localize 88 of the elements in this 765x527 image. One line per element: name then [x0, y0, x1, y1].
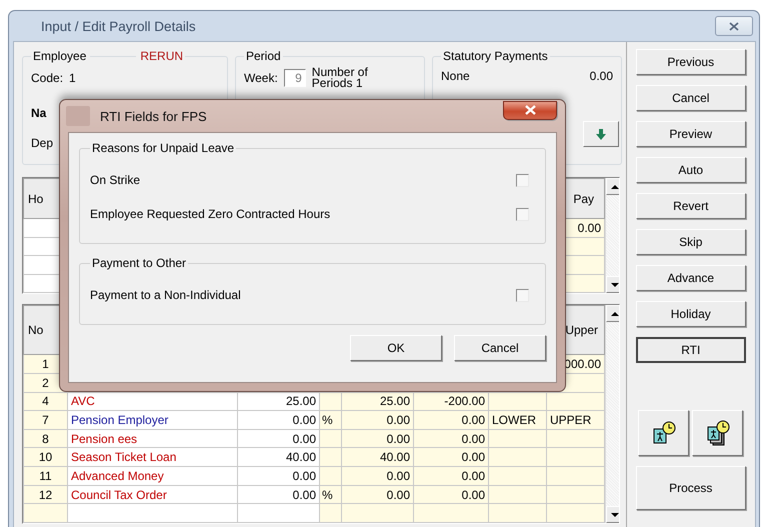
- deduction-name: AVC: [71, 394, 95, 408]
- scrollbar[interactable]: [605, 305, 619, 523]
- table-cell: %: [320, 485, 342, 504]
- scroll-down-button[interactable]: [606, 276, 619, 293]
- dialog-button[interactable]: OK: [350, 335, 442, 361]
- checkbox[interactable]: [516, 208, 529, 220]
- people-clock-icon: [706, 420, 730, 446]
- table-cell: %: [320, 410, 342, 430]
- field-label: Na: [31, 106, 46, 120]
- table-cell: 25.00: [342, 392, 414, 411]
- table-cell: 0.00: [414, 466, 488, 486]
- table-cell: 0.00: [238, 429, 320, 448]
- table-cell: 0.00: [342, 429, 414, 448]
- table-cell: 0.00: [238, 466, 320, 486]
- table-cell: 10: [24, 448, 68, 467]
- field-value: 1: [69, 70, 76, 84]
- up-arrow-icon: [610, 184, 618, 188]
- group-label: Reasons for Unpaid Leave: [91, 141, 236, 155]
- table-cell: 40.00: [342, 448, 414, 467]
- down-arrow-icon: [610, 282, 618, 286]
- side-button[interactable]: Advance: [636, 265, 746, 291]
- side-button[interactable]: Holiday: [636, 301, 746, 327]
- table-cell: -200.00: [414, 392, 488, 411]
- move-down-button[interactable]: [583, 121, 619, 147]
- scroll-down-button[interactable]: [606, 506, 619, 523]
- side-button[interactable]: Revert: [636, 193, 746, 219]
- table-cell: 0.00: [414, 410, 488, 430]
- payment-type: None: [441, 69, 470, 83]
- table-cell: LOWER: [488, 410, 546, 430]
- checkbox[interactable]: [516, 174, 529, 186]
- group-label: Employee: [33, 49, 86, 63]
- group-label: Statutory Payments: [443, 49, 548, 63]
- table-cell: 0.00: [342, 410, 414, 430]
- schedule-button[interactable]: [638, 410, 690, 456]
- side-button[interactable]: Preview: [636, 121, 746, 147]
- table-cell: 8: [24, 429, 68, 448]
- table-cell: 0.00: [414, 429, 488, 448]
- table-cell: 0.00: [238, 410, 320, 430]
- window-title: Input / Edit Payroll Details: [41, 18, 197, 34]
- table-cell: 0.00: [238, 485, 320, 504]
- down-arrow-icon: [610, 512, 618, 516]
- deduction-name: Council Tax Order: [71, 488, 167, 502]
- table-cell: 7: [24, 410, 68, 430]
- checkbox[interactable]: [516, 288, 529, 302]
- status-label: RERUN: [140, 49, 184, 63]
- field-label: Code:: [31, 70, 64, 84]
- dialog-button[interactable]: Cancel: [454, 335, 546, 361]
- table-cell: 4: [24, 392, 68, 411]
- side-button[interactable]: Auto: [636, 157, 746, 183]
- group-label: Period: [246, 49, 281, 63]
- periods-label: Number of Periods 1: [312, 66, 369, 88]
- field-label: Dep: [31, 136, 54, 150]
- table-cell: 0.00: [342, 466, 414, 486]
- group-label: Payment to Other: [91, 256, 188, 270]
- option-label: Payment to a Non-Individual: [90, 288, 241, 302]
- option-label: On Strike: [90, 173, 140, 187]
- table-cell: 0.00: [414, 485, 488, 504]
- deduction-name: Advanced Money: [71, 468, 164, 483]
- side-button[interactable]: Previous: [636, 49, 746, 75]
- table-cell: UPPER: [546, 410, 604, 430]
- schedule-all-button[interactable]: [692, 410, 744, 456]
- down-arrow-icon: [596, 128, 606, 140]
- deduction-name: Pension Employer: [71, 413, 168, 427]
- person-clock-icon: [652, 421, 676, 445]
- option-label: Employee Requested Zero Contracted Hours: [90, 207, 330, 221]
- table-cell: 40.00: [238, 448, 320, 467]
- table-cell: 0.00: [342, 485, 414, 504]
- close-button[interactable]: [715, 16, 753, 36]
- table-cell: 11: [24, 466, 68, 486]
- scroll-up-button[interactable]: [606, 178, 619, 195]
- scroll-up-button[interactable]: [606, 305, 619, 322]
- dialog-title: RTI Fields for FPS: [100, 108, 208, 124]
- field-label: Week:: [244, 70, 278, 84]
- up-arrow-icon: [610, 312, 618, 316]
- week-field[interactable]: 9: [284, 68, 306, 86]
- side-button[interactable]: RTI: [636, 337, 746, 363]
- close-icon: [729, 22, 739, 30]
- close-icon: [524, 105, 536, 115]
- side-button[interactable]: Skip: [636, 229, 746, 255]
- table-cell: 12: [24, 485, 68, 504]
- deduction-name: Pension ees: [71, 432, 138, 446]
- deduction-name: Season Ticket Loan: [71, 450, 176, 464]
- side-button[interactable]: Cancel: [636, 85, 746, 111]
- scrollbar[interactable]: [605, 178, 619, 293]
- payment-amount: 0.00: [590, 69, 613, 83]
- process-button[interactable]: Process: [636, 466, 746, 510]
- close-button[interactable]: [503, 100, 557, 120]
- table-cell: 0.00: [414, 448, 488, 467]
